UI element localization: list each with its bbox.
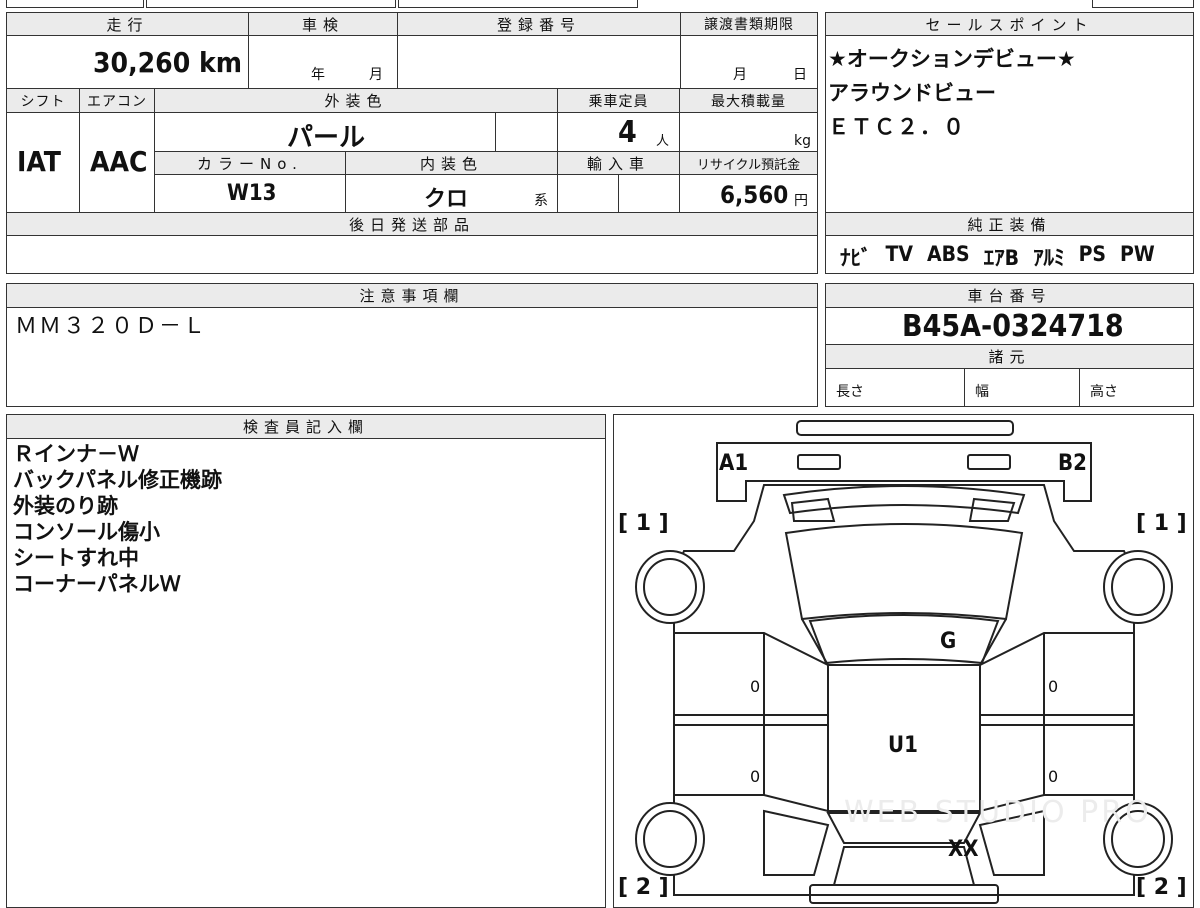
transfer-deadline-label: 譲渡書類期限 [680,12,818,36]
deadline-day-unit: 日 [793,67,807,83]
equip-pw: PW [1120,242,1155,266]
shaken-month-unit: 月 [369,67,383,83]
aircon-cell: AAC [79,112,155,213]
reg-number-label: 登録番号 [397,12,681,36]
import-cell-b [618,174,680,213]
sales-points-label: セールスポイント [825,12,1194,36]
max-load-unit: kg [794,133,811,149]
max-load-label: 最大積載量 [679,88,818,113]
equip-alloy: ｱﾙﾐ [1033,246,1065,270]
inspector-line-2: バックパネル修正機跡 [13,468,222,492]
width-cell: 幅 [964,368,1080,407]
bracket-rear-left: [ 2 ] [618,875,669,900]
inspector-line-1: Ｒインナ－Ｗ [13,442,139,466]
car-outline [635,420,1173,904]
equip-navi: ﾅﾋﾞ [840,246,872,270]
inspector-line-6: コーナーパネルＷ [13,572,181,596]
exterior-color-sub-cell [495,112,558,152]
chassis-cell: B45A-0324718 [825,307,1194,345]
top-strip [6,0,818,10]
color-no-cell: W13 [154,174,346,213]
inspector-line-5: シートすれ中 [13,546,139,570]
sales-point-line-2: アラウンドビュー [828,81,996,105]
recycle-label: リサイクル預託金 [679,151,818,175]
genuine-equipment-label: 純正装備 [825,212,1194,236]
inspector-line-4: コンソール傷小 [13,520,160,544]
mileage-label: 走行 [6,12,249,36]
notes-value: ＭＭ３２０Ｄ－Ｌ [15,314,208,339]
shaken-label: 車検 [248,12,398,36]
later-parts-cell [6,235,818,274]
reg-number-cell [397,35,681,89]
import-label: 輸入車 [557,151,680,175]
import-cell-a [557,174,619,213]
mileage-value: 30,260 km [93,46,242,79]
chassis-value: B45A-0324718 [902,309,1124,344]
shaken-year-unit: 年 [311,67,325,83]
max-load-cell: kg [679,112,818,152]
shaken-cell: 年 月 [248,35,398,89]
sales-point-line-1: ★オークションデビュー★ [828,47,1076,71]
interior-color-cell: クロ 系 [345,174,558,213]
notes-label: 注意事項欄 [6,283,818,308]
aircon-label: エアコン [79,88,155,113]
genuine-equipment-cell: ﾅﾋﾞ TV ABS ｴｱB ｱﾙﾐ PS PW [825,235,1194,274]
notes-cell: ＭＭ３２０Ｄ－Ｌ [6,307,818,407]
recycle-value: 6,560 [720,181,789,209]
recycle-cell: 6,560 円 [679,174,818,213]
dimensions-label: 諸元 [825,344,1194,369]
bracket-rear-right: [ 2 ] [1136,875,1187,900]
equip-airbag: ｴｱB [983,246,1020,270]
deadline-cell: 月 日 [680,35,818,89]
right-door-rear-mark: 0 [1048,767,1059,786]
length-label: 長さ [836,384,864,400]
equip-ps: PS [1078,242,1107,266]
mark-u1: U1 [888,733,918,758]
recycle-unit: 円 [794,193,808,209]
shift-label: シフト [6,88,80,113]
right-door-front-mark: 0 [1048,677,1059,696]
watermark: WEB STUDIO PRO [844,795,1152,830]
aircon-value: AAC [90,145,148,178]
color-no-label: カラーNo. [154,151,346,175]
mark-b2: B2 [1058,451,1087,476]
capacity-cell: 4 人 [557,112,680,152]
exterior-color-cell: パール [154,112,496,153]
inspector-cell: Ｒインナ－Ｗ バックパネル修正機跡 外装のり跡 コンソール傷小 シートすれ中 コ… [6,438,606,908]
deadline-month-unit: 月 [733,67,747,83]
color-no-value: W13 [227,181,277,206]
capacity-label: 乗車定員 [557,88,680,113]
vehicle-diagram: WEB STUDIO PRO A1 B2 G U1 XX [ 1 ] [ 1 ]… [613,414,1194,908]
height-cell: 高さ [1079,368,1194,407]
capacity-value: 4 [618,115,637,150]
inspector-label: 検査員記入欄 [6,414,606,439]
mark-g: G [940,629,957,654]
top-strip-right [1092,0,1194,8]
mileage-cell: 30,260 km [6,35,249,89]
shift-cell: IAT [6,112,80,213]
width-label: 幅 [975,384,989,400]
mark-xx: XX [948,837,979,862]
exterior-color-label: 外装色 [154,88,558,113]
equip-abs: ABS [927,242,970,266]
mark-a1: A1 [719,451,749,476]
capacity-unit: 人 [656,134,670,149]
height-label: 高さ [1090,384,1118,400]
exterior-color-value: パール [287,123,366,153]
shift-value: IAT [17,145,61,178]
inspector-line-3: 外装のり跡 [13,494,118,518]
interior-color-suffix: 系 [534,193,548,209]
later-parts-label: 後日発送部品 [6,212,818,236]
interior-color-value: クロ [424,187,469,212]
equip-tv: TV [885,242,914,266]
length-cell: 長さ [825,368,965,407]
sales-points-cell: ★オークションデビュー★ アラウンドビュー ＥＴＣ２．０ [825,35,1194,213]
chassis-label: 車台番号 [825,283,1194,308]
interior-color-label: 内装色 [345,151,558,175]
bracket-front-left: [ 1 ] [618,511,669,536]
left-door-front-mark: 0 [750,677,761,696]
sales-point-line-3: ＥＴＣ２．０ [828,115,966,139]
bracket-front-right: [ 1 ] [1136,511,1187,536]
left-door-rear-mark: 0 [750,767,761,786]
